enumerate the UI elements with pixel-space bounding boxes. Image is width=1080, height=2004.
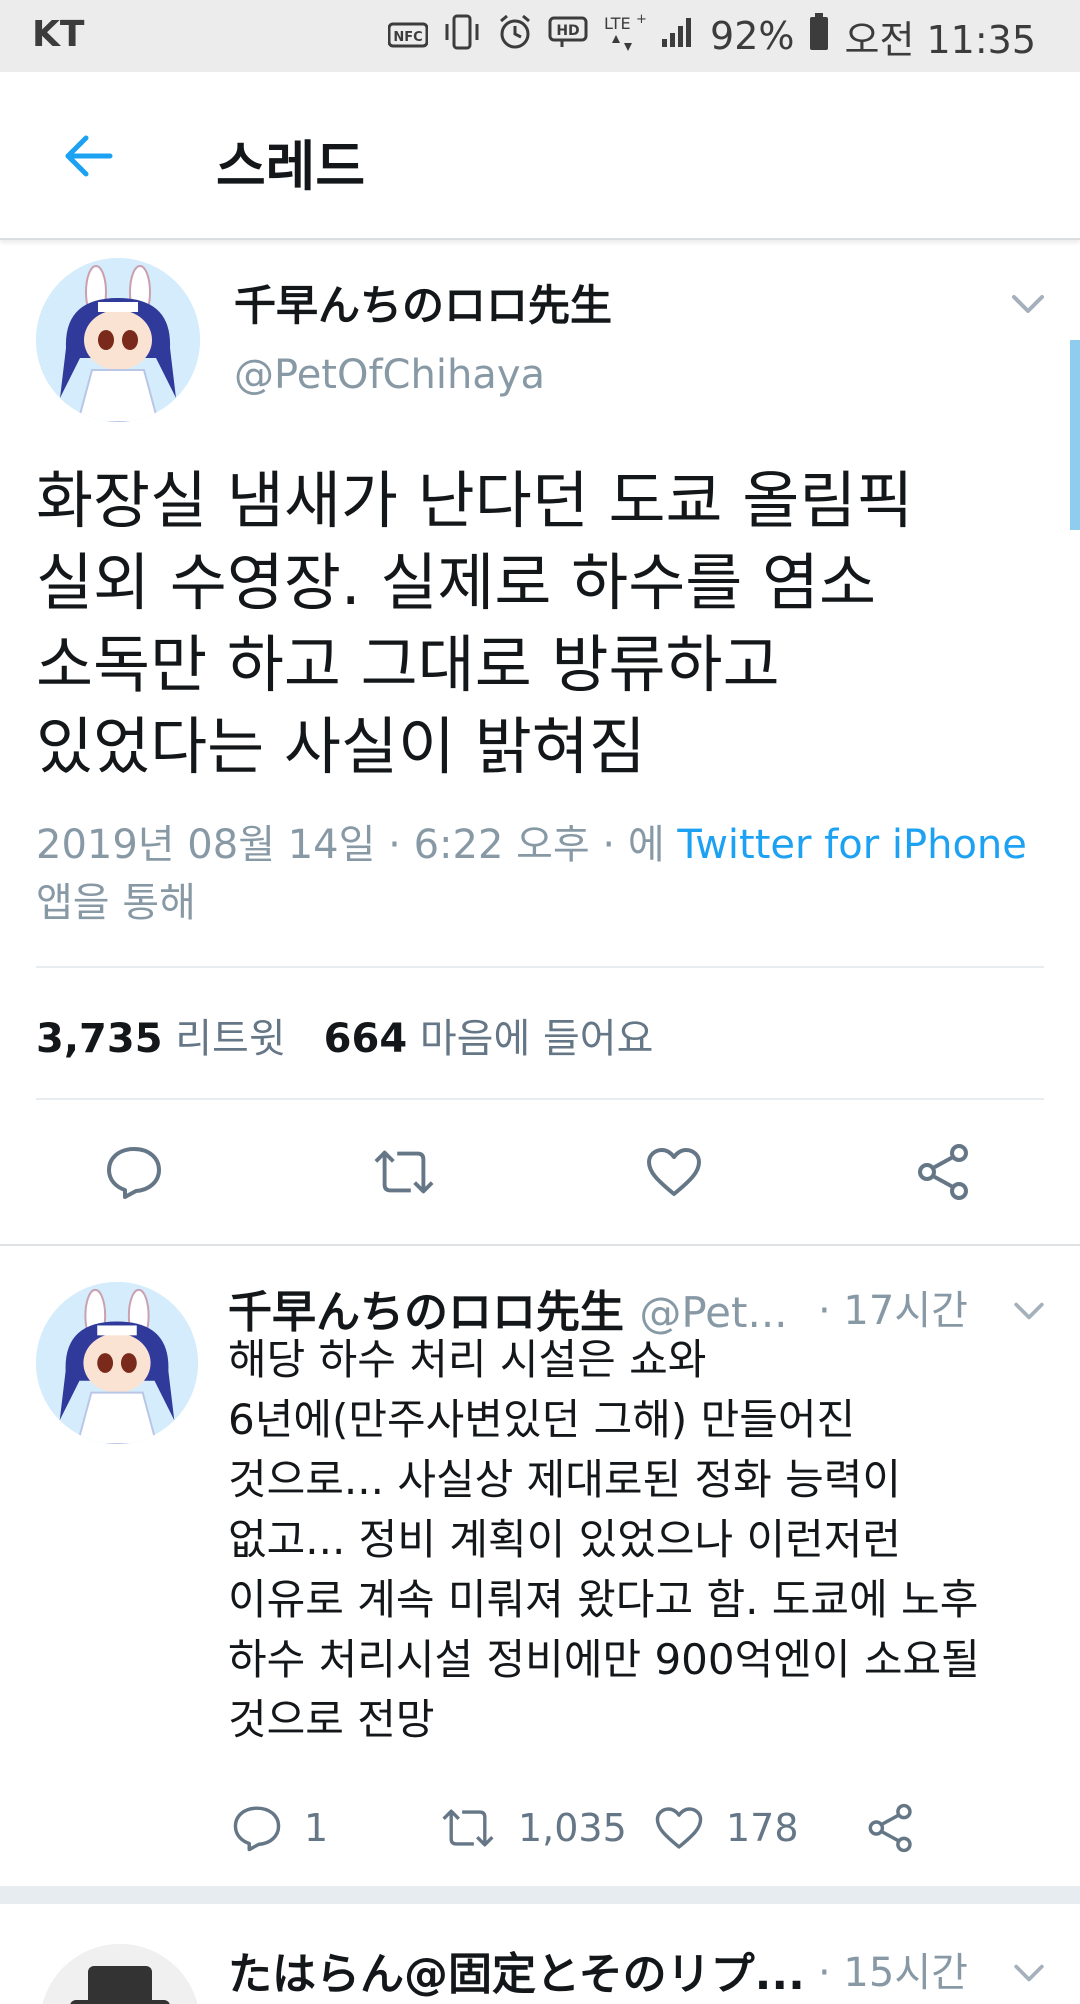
- likes-label: 마음에 들어요: [419, 1016, 654, 1062]
- reply-count: 1: [304, 1806, 329, 1850]
- retweets-stat[interactable]: 3,735 리트윗: [36, 1016, 286, 1062]
- clock: 오전 11:35: [844, 17, 1036, 62]
- tweet-time: · 17시간: [818, 1288, 968, 1334]
- vibrate-icon: [442, 12, 482, 61]
- retweet-count: 1,035: [518, 1806, 627, 1850]
- avatar-image: [36, 1282, 198, 1444]
- retweets-count: 3,735: [36, 1016, 163, 1062]
- tweet-text: 화장실 냄새가 난다던 도쿄 올림픽 실외 수영장. 실제로 하수를 염소 소독…: [36, 460, 1046, 788]
- alarm-icon: [496, 13, 534, 60]
- scrollbar[interactable]: [1070, 340, 1080, 530]
- battery-icon: [808, 12, 830, 61]
- reply-retweet-button[interactable]: 1,035: [440, 1800, 627, 1856]
- hd-icon: HD: [548, 14, 588, 58]
- reply-reply-button[interactable]: 1: [232, 1800, 328, 1856]
- tweet-menu-button[interactable]: [1012, 1962, 1046, 1984]
- back-button[interactable]: [52, 120, 124, 192]
- tweet-text-line: 화장실 냄새가 난다던 도쿄 올림픽: [36, 464, 914, 537]
- reply-avatar[interactable]: [36, 1282, 198, 1444]
- retweet-icon: [442, 1809, 494, 1847]
- chevron-down-icon: [1014, 1302, 1044, 1320]
- heart-icon: [647, 1148, 701, 1196]
- reply-text-line: 것으로... 사실상 제대로된 정화 능력이: [228, 1455, 902, 1504]
- tweet-text-line: 소독만 하고 그대로 방류하고: [36, 628, 780, 701]
- reply-button[interactable]: [102, 1140, 166, 1204]
- lte-icon: LTE +: [602, 11, 647, 62]
- section-divider: [0, 1244, 1080, 1246]
- svg-text:HD: HD: [556, 23, 579, 39]
- tweet-text-line: 실외 수영장. 실제로 하수를 염소: [36, 546, 877, 619]
- svg-text:+: +: [636, 12, 646, 27]
- tweet-menu-button[interactable]: [1010, 292, 1046, 316]
- retweets-label: 리트윗: [175, 1016, 286, 1062]
- tweet-stats: 3,735 리트윗 664 마음에 들어요: [36, 1006, 653, 1064]
- heart-icon: [655, 1807, 703, 1849]
- status-bar: KT NFC HD LTE + 92% 오전 11:35: [0, 0, 1080, 72]
- chevron-down-icon: [1012, 295, 1044, 313]
- avatar[interactable]: [36, 258, 200, 422]
- reply-text-line: 없고... 정비 계획이 있었으나 이런저런: [228, 1515, 902, 1564]
- carrier-label: KT: [32, 14, 85, 55]
- reply-text-line: 이유로 계속 미뤄져 왔다고 함. 도쿄에 노후: [228, 1575, 979, 1624]
- nfc-label: NFC: [393, 30, 422, 45]
- user-handle[interactable]: @PetOfChihaya: [234, 352, 545, 398]
- chevron-down-icon: [1014, 1964, 1044, 1982]
- reply-like-button[interactable]: 178: [654, 1800, 799, 1856]
- next-avatar[interactable]: [40, 1944, 200, 2004]
- status-icons: NFC HD LTE + 92% 오전 11:35: [387, 11, 1036, 62]
- tweet-via: 앱을 통해: [36, 880, 196, 926]
- reply-text-line: 하수 처리시설 정비에만 900억엔이 소요될: [228, 1635, 980, 1684]
- avatar-image: [36, 258, 200, 422]
- display-name[interactable]: たはらん@固定とそのリプ...: [228, 1938, 805, 2002]
- tweet-time: · 15시간: [818, 1950, 968, 1996]
- avatar-image: [40, 1944, 200, 2004]
- reply-share-button[interactable]: [866, 1800, 916, 1856]
- divider: [36, 1098, 1044, 1100]
- tweet-meta: 2019년 08월 14일 · 6:22 오후 · 에 Twitter for …: [36, 816, 1056, 932]
- divider: [36, 966, 1044, 968]
- like-button[interactable]: [642, 1140, 706, 1204]
- retweet-button[interactable]: [372, 1140, 436, 1204]
- tweet-menu-button[interactable]: [1012, 1300, 1046, 1322]
- svg-text:LTE: LTE: [604, 14, 631, 33]
- tweet-text-line: 있었다는 사실이 밝혀짐: [36, 710, 646, 783]
- section-divider: [0, 1886, 1080, 1904]
- signal-icon: [660, 14, 696, 58]
- share-icon: [868, 1803, 912, 1853]
- likes-count: 664: [323, 1016, 408, 1062]
- battery-percent: 92%: [710, 14, 795, 58]
- tweet-source-link[interactable]: Twitter for iPhone: [677, 822, 1027, 868]
- retweet-icon: [374, 1150, 434, 1194]
- reply-text-line: 6년에(만주사변있던 그해) 만들어진: [228, 1395, 856, 1444]
- reply-icon: [233, 1806, 281, 1852]
- share-icon: [918, 1144, 968, 1200]
- app-header: 스레드: [0, 72, 1080, 240]
- reply-text: 해당 하수 처리 시설은 쇼와 6년에(만주사변있던 그해) 만들어진 것으로.…: [228, 1330, 1048, 1750]
- reply-text-line: 것으로 전망: [228, 1695, 435, 1744]
- nfc-icon: NFC: [387, 14, 429, 58]
- reply-icon: [107, 1147, 161, 1199]
- back-arrow-icon: [65, 135, 113, 177]
- like-count: 178: [726, 1806, 799, 1850]
- reply-text-line: 해당 하수 처리 시설은 쇼와: [228, 1335, 707, 1384]
- share-button[interactable]: [912, 1140, 976, 1204]
- tweet-date: 2019년 08월 14일 · 6:22 오후 · 에: [36, 822, 678, 868]
- page-title: 스레드: [216, 135, 366, 198]
- likes-stat[interactable]: 664 마음에 들어요: [324, 1016, 654, 1062]
- display-name[interactable]: 千早んちのロロ先生: [234, 272, 612, 333]
